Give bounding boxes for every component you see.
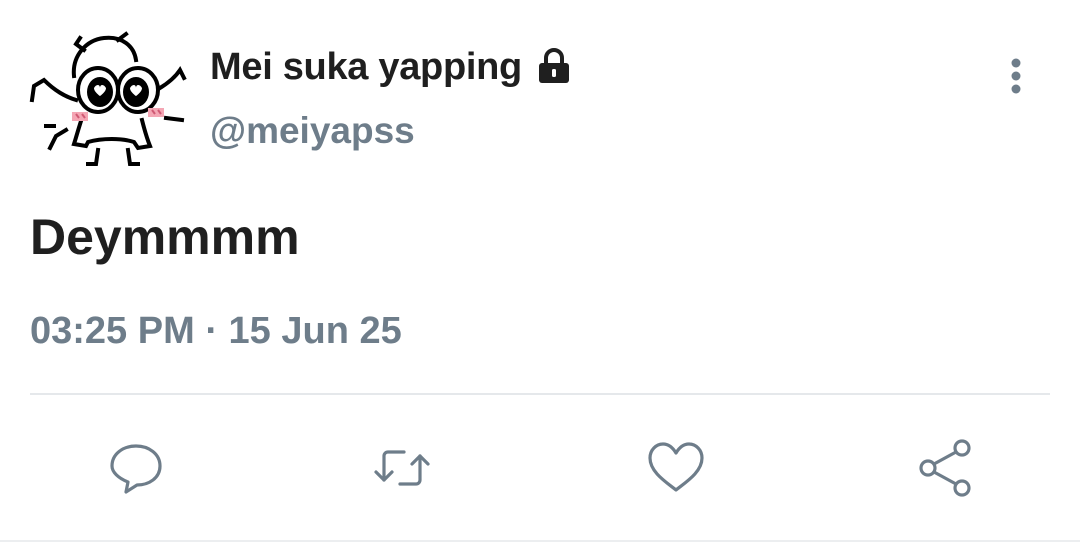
- tweet-text: Deymmmm: [30, 209, 300, 265]
- lock-icon: [534, 47, 574, 87]
- divider: [30, 393, 1050, 395]
- display-name[interactable]: Mei suka yapping: [210, 46, 522, 89]
- retweet-button[interactable]: [370, 436, 434, 500]
- tweet-timestamp: 03:25 PM · 15 Jun 25: [30, 310, 402, 353]
- author-name-row: Mei suka yapping: [210, 42, 574, 92]
- avatar[interactable]: [26, 30, 188, 170]
- meta-separator: ·: [205, 310, 218, 352]
- share-button[interactable]: [914, 436, 978, 500]
- like-button[interactable]: [644, 436, 708, 500]
- reply-button[interactable]: [104, 436, 168, 500]
- tweet-card: Mei suka yapping @meiyapss Deymmmm 03:25…: [0, 0, 1080, 558]
- share-icon: [919, 439, 971, 497]
- comment-icon: [110, 444, 162, 494]
- heart-icon: [648, 442, 704, 492]
- more-options-button[interactable]: [996, 50, 1036, 100]
- tweet-date: 15 Jun 25: [228, 310, 402, 352]
- tweet-time: 03:25 PM: [30, 310, 195, 352]
- author-handle[interactable]: @meiyapss: [210, 110, 415, 152]
- bottom-divider: [0, 540, 1080, 542]
- retweet-icon: [374, 450, 430, 486]
- pixel-art-character-icon: [29, 31, 187, 166]
- more-vertical-icon: [1011, 58, 1021, 94]
